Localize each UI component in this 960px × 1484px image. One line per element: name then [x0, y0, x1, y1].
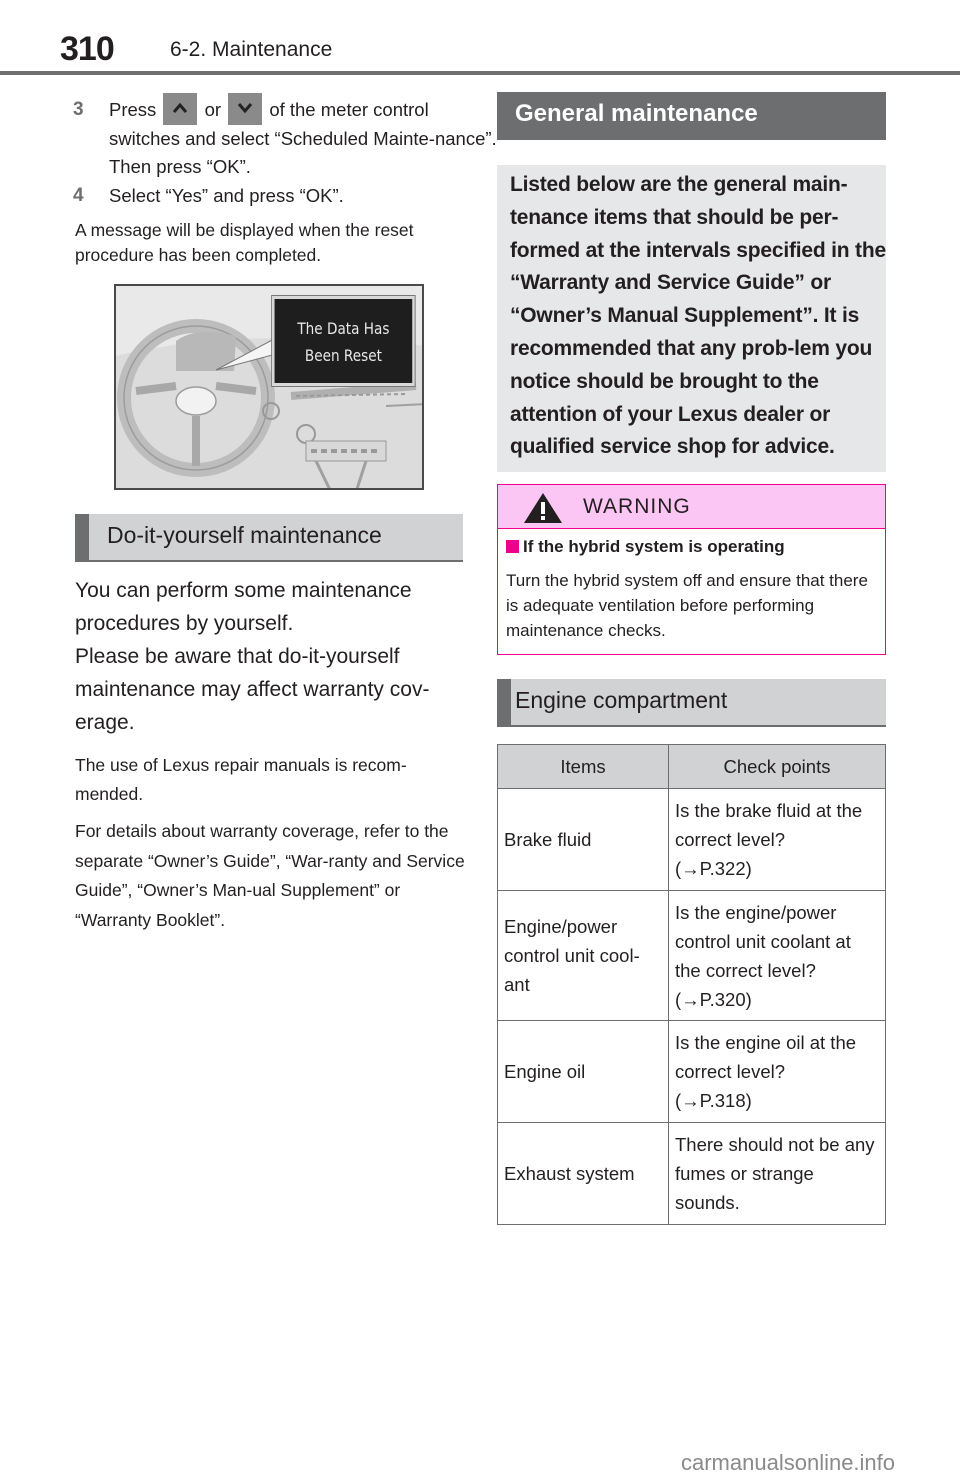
table-row: Engine/power control unit cool-ant Is th… [497, 890, 886, 1021]
step-text: Select “Yes” and press “OK”. [109, 185, 344, 206]
warning-triangle-icon [524, 493, 562, 523]
warning-subheading-text: If the hybrid system is operating [523, 537, 785, 556]
watermark: carmanualsonline.info [681, 1450, 896, 1475]
general-maintenance-label: General maintenance [515, 100, 758, 127]
warning-body: Turn the hybrid system off and ensure th… [506, 571, 868, 640]
warning-label: WARNING [583, 495, 691, 518]
check-text: Is the brake fluid at the correct level? [675, 800, 863, 850]
check-text: Is the engine oil at the correct level? [675, 1032, 857, 1082]
general-maintenance-callout: Listed below are the general main-tenanc… [497, 165, 886, 472]
item-cell: Engine oil [497, 1020, 669, 1123]
general-maintenance-heading: General maintenance [497, 92, 886, 140]
up-switch-key [163, 93, 198, 126]
display-line-1: The Data Has [297, 319, 390, 338]
check-text: There should not be any fumes or strange… [675, 1134, 875, 1213]
check-cell: Is the brake fluid at the correct level?… [668, 788, 886, 891]
page-number: 310 [60, 30, 115, 68]
diy-lead: You can perform some maintenance procedu… [75, 579, 412, 635]
header-divider [0, 71, 960, 75]
table-row: Engine oil Is the engine oil at the corr… [497, 1020, 886, 1123]
engine-compartment-label: Engine compartment [515, 687, 728, 713]
heading-accent-bar [75, 514, 89, 560]
diy-note-repair-manuals: The use of Lexus repair manuals is recom… [75, 755, 407, 804]
chevron-up-icon [173, 102, 188, 114]
diy-note-warranty-docs: For details about warranty coverage, ref… [75, 821, 465, 930]
bullet-square-icon [506, 540, 519, 553]
page-reference-link[interactable]: (→P.322) [675, 854, 879, 883]
step-number: 3 [73, 99, 84, 120]
chevron-down-icon [238, 103, 253, 114]
warning-header: WARNING [498, 485, 885, 529]
item-cell: Engine/power control unit cool-ant [497, 890, 669, 1021]
warning-subheading: If the hybrid system is operating [506, 537, 785, 557]
table-header-row: Items Check points [497, 744, 886, 789]
callout-text: Listed below are the general main-tenanc… [510, 173, 886, 459]
dashboard-illustration: The Data Has Been Reset [114, 284, 424, 490]
engine-check-table: Items Check points Brake fluid Is the br… [497, 744, 886, 1225]
check-cell: There should not be any fumes or strange… [668, 1122, 886, 1225]
diy-heading-label: Do-it-yourself maintenance [107, 522, 382, 548]
down-switch-key [228, 93, 263, 126]
page-reference-link[interactable]: (→P.320) [675, 985, 879, 1014]
heading-accent-bar [497, 679, 511, 725]
check-cell: Is the engine oil at the correct level? … [668, 1020, 886, 1123]
table-row: Brake fluid Is the brake fluid at the co… [497, 788, 886, 891]
check-text: Is the engine/power control unit coolant… [675, 901, 851, 981]
diy-lead-warranty: Please be aware that do-it-yourself main… [75, 645, 430, 734]
step-text: or [204, 99, 222, 120]
item-cell: Brake fluid [497, 788, 669, 891]
column-header-items: Items [497, 744, 669, 789]
display-line-2: Been Reset [304, 346, 382, 365]
step-number: 4 [73, 185, 84, 206]
diy-heading: Do-it-yourself maintenance [75, 514, 463, 562]
step-text: Press [109, 99, 157, 120]
page-reference-link[interactable]: (→P.318) [675, 1086, 879, 1115]
reset-message-display: The Data Has Been Reset [271, 295, 416, 387]
section-title: 6-2. Maintenance [170, 38, 333, 61]
reset-note: A message will be displayed when the res… [75, 220, 414, 265]
column-header-check-points: Check points [668, 744, 886, 789]
engine-compartment-heading: Engine compartment [497, 679, 886, 727]
check-cell: Is the engine/power control unit coolant… [668, 890, 886, 1021]
page-header: 310 6-2. Maintenance [0, 0, 960, 76]
warning-box: WARNING If the hybrid system is operatin… [497, 484, 886, 655]
table-row: Exhaust system There should not be any f… [497, 1122, 886, 1225]
item-cell: Exhaust system [497, 1122, 669, 1225]
